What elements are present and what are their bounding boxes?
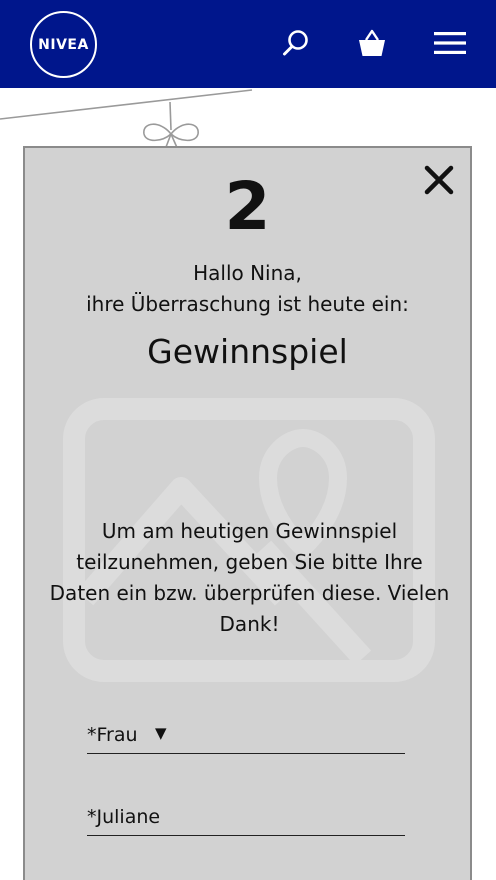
greeting-line-1: Hallo Nina, bbox=[193, 261, 302, 285]
first-name-value: *Juliane bbox=[87, 806, 161, 828]
cart-button[interactable] bbox=[356, 27, 388, 59]
search-icon bbox=[283, 30, 308, 56]
advent-surprise-popup: 2 Hallo Nina, ihre Überraschung ist heut… bbox=[23, 146, 472, 880]
menu-button[interactable] bbox=[434, 27, 466, 59]
shopping-basket-icon bbox=[359, 29, 385, 56]
greeting-line-2: ihre Überraschung ist heute ein: bbox=[86, 292, 409, 316]
site-header: NIVEA bbox=[0, 0, 496, 88]
first-name-input[interactable]: *Juliane bbox=[87, 798, 405, 836]
dropdown-caret-icon: ▼ bbox=[155, 724, 167, 742]
salutation-select[interactable]: *Frau ▼ bbox=[87, 716, 405, 754]
hamburger-menu-icon bbox=[434, 32, 466, 54]
greeting: Hallo Nina, ihre Überraschung ist heute … bbox=[25, 258, 470, 320]
salutation-value: *Frau bbox=[87, 724, 138, 746]
surprise-title: Gewinnspiel bbox=[147, 332, 348, 371]
day-number: 2 bbox=[224, 168, 271, 245]
instructions-text: Um am heutigen Gewinnspiel teilzunehmen,… bbox=[49, 519, 450, 636]
nivea-logo[interactable]: NIVEA bbox=[30, 11, 97, 78]
search-button[interactable] bbox=[280, 27, 312, 59]
logo-text: NIVEA bbox=[38, 36, 89, 53]
